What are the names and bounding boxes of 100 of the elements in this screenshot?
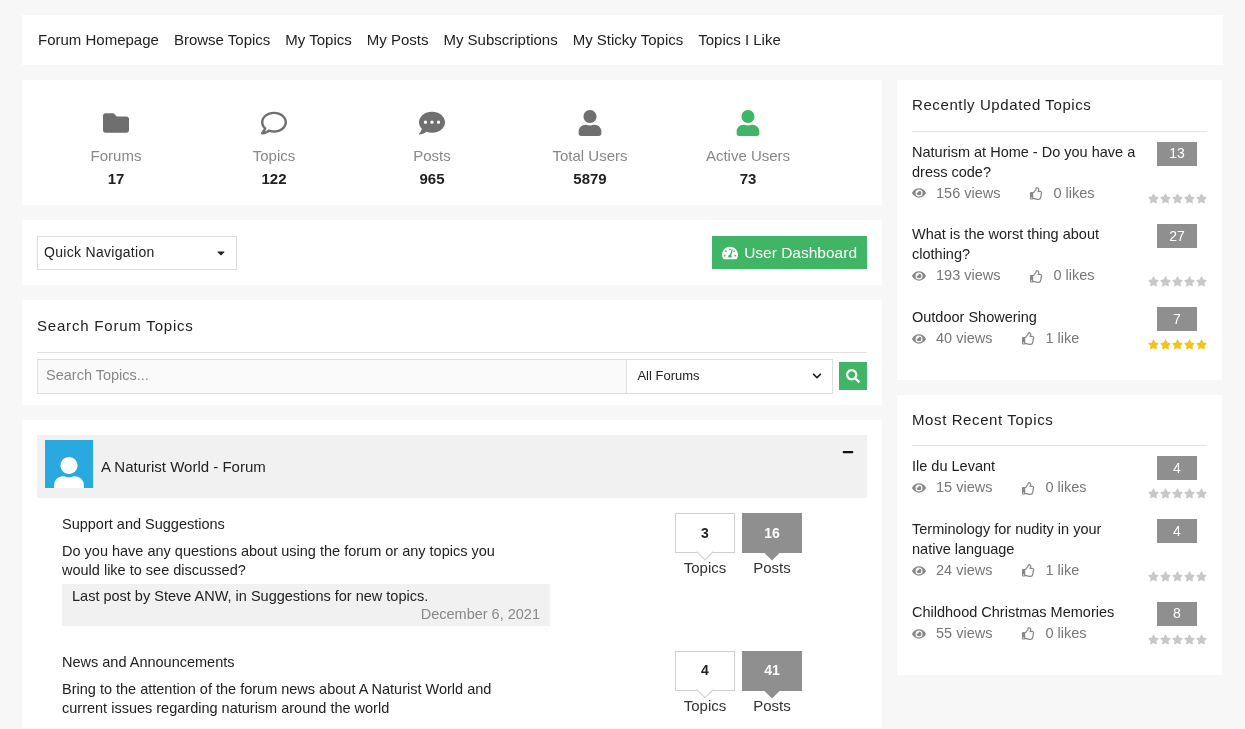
topic-link[interactable]: Outdoor Showering <box>912 307 1137 327</box>
forum-avatar <box>45 440 93 488</box>
stat-label: Topics <box>252 146 296 166</box>
star-icon <box>1183 633 1195 645</box>
star-icon <box>1195 276 1207 287</box>
star-icon <box>1147 193 1159 205</box>
nav-link[interactable]: Topics I Like <box>698 28 781 52</box>
post-count: 27 <box>1157 224 1197 249</box>
views-count: 193 views <box>936 266 1001 286</box>
card-title: Recently Updated Topics <box>912 94 1207 132</box>
views-count: 40 views <box>936 329 993 348</box>
eye-icon <box>912 269 926 284</box>
topic-link[interactable]: Naturism at Home - Do you have a dress code? <box>912 141 1137 182</box>
star-icon <box>1183 276 1195 287</box>
likes-count: 0 likes <box>1053 266 1095 286</box>
eye-icon <box>912 626 926 641</box>
star-icon <box>1195 633 1207 645</box>
stat-label: Posts <box>413 146 451 166</box>
star-icon <box>1159 570 1171 582</box>
star-icon <box>1171 488 1183 499</box>
stat-label: Forums <box>90 146 142 166</box>
likes-count: 0 likes <box>1045 623 1087 643</box>
posts-count: 16 <box>742 513 802 553</box>
stat-value: 965 <box>419 168 445 189</box>
nav-link[interactable]: Forum Homepage <box>38 28 159 52</box>
chevron-icon <box>812 371 823 381</box>
topic-link[interactable]: Terminology for nudity in your native language <box>912 519 1137 559</box>
stat-label: Active Users <box>705 146 791 166</box>
quick-navigation-dropdown[interactable]: Quick Navigation <box>37 235 237 270</box>
subforum-description: Do you have any questions about using the forum or any topics you would like to see discussed? <box>62 541 496 580</box>
views-count: 24 views <box>936 561 993 580</box>
likes-count: 0 likes <box>1053 183 1095 203</box>
topic-link[interactable]: Ile du Levant <box>912 456 1137 477</box>
forum-header[interactable]: A Naturist World - Forum <box>37 435 867 498</box>
star-icon <box>1147 633 1159 645</box>
likes-count: 1 like <box>1045 561 1080 580</box>
star-icon <box>1195 193 1207 205</box>
post-count: 8 <box>1157 601 1197 626</box>
star-icon <box>1159 276 1171 287</box>
post-count: 13 <box>1157 141 1197 166</box>
eye-icon <box>912 481 926 496</box>
star-icon <box>1159 338 1171 350</box>
star-icon <box>1147 276 1159 287</box>
thumbs-up-icon <box>1030 186 1044 200</box>
star-icon <box>1171 193 1183 205</box>
star-icon <box>1159 488 1171 499</box>
forum-scope-select[interactable]: All Forums <box>626 359 833 393</box>
star-icon <box>1195 338 1207 350</box>
thumbs-up-icon <box>1022 564 1036 578</box>
likes-count: 0 likes <box>1045 478 1087 498</box>
star-icon <box>1195 488 1207 499</box>
star-icon <box>1183 570 1195 582</box>
count-label: Topics <box>683 696 727 714</box>
nav-link[interactable]: My Topics <box>285 28 352 52</box>
stat-value: 5879 <box>573 168 607 189</box>
eye-icon <box>912 563 926 578</box>
card-title: Most Recent Topics <box>912 408 1207 447</box>
views-count: 156 views <box>936 183 1001 203</box>
nav-link[interactable]: My Sticky Topics <box>572 28 684 52</box>
search-icon <box>846 369 861 383</box>
subforum-title[interactable]: Support and Suggestions <box>62 514 550 536</box>
thumbs-up-icon <box>1022 481 1036 495</box>
views-count: 15 views <box>936 478 993 498</box>
gauge-icon <box>722 244 739 261</box>
subforum-title[interactable]: News and Announcements <box>62 651 550 674</box>
subforum-description: Bring to the attention of the forum news about A Naturist World and current issues regarding naturism around the world <box>62 679 493 718</box>
topic-link[interactable]: Childhood Christmas Memories <box>912 601 1137 622</box>
star-icon <box>1171 633 1183 645</box>
star-icon <box>1171 338 1183 350</box>
star-icon <box>1171 276 1183 287</box>
star-icon <box>1183 193 1195 205</box>
star-icon <box>1171 570 1183 582</box>
nav-link[interactable]: Browse Topics <box>173 28 271 52</box>
post-count: 7 <box>1157 307 1197 331</box>
stat-value: 73 <box>739 168 757 189</box>
post-count: 4 <box>1157 519 1197 543</box>
posts-count: 41 <box>742 650 802 691</box>
card-title: Search Forum Topics <box>37 315 867 353</box>
thumbs-up-icon <box>1030 269 1044 283</box>
search-field[interactable]: Search Topics... All Forums <box>37 358 834 394</box>
nav-link[interactable]: My Posts <box>366 28 429 52</box>
eye-icon <box>912 186 926 201</box>
star-icon <box>1195 570 1207 582</box>
topic-link[interactable]: What is the worst thing about clothing? <box>912 224 1137 265</box>
eye-icon <box>912 331 926 346</box>
star-icon <box>1183 338 1195 350</box>
count-label: Posts <box>753 559 791 576</box>
nav-link[interactable]: My Subscriptions <box>443 28 558 52</box>
thumbs-up-icon <box>1022 627 1036 641</box>
topics-count: 4 <box>675 650 735 691</box>
search-input[interactable]: Search Topics... <box>38 359 627 393</box>
topics-count: 3 <box>675 513 735 553</box>
stat-label: Total Users <box>552 146 628 166</box>
search-button[interactable] <box>839 362 867 390</box>
count-label: Posts <box>753 696 791 714</box>
star-icon <box>1159 193 1171 205</box>
thumbs-up-icon <box>1022 332 1036 346</box>
star-icon <box>1147 338 1159 350</box>
stat-value: 17 <box>107 168 125 189</box>
likes-count: 1 like <box>1045 329 1080 348</box>
